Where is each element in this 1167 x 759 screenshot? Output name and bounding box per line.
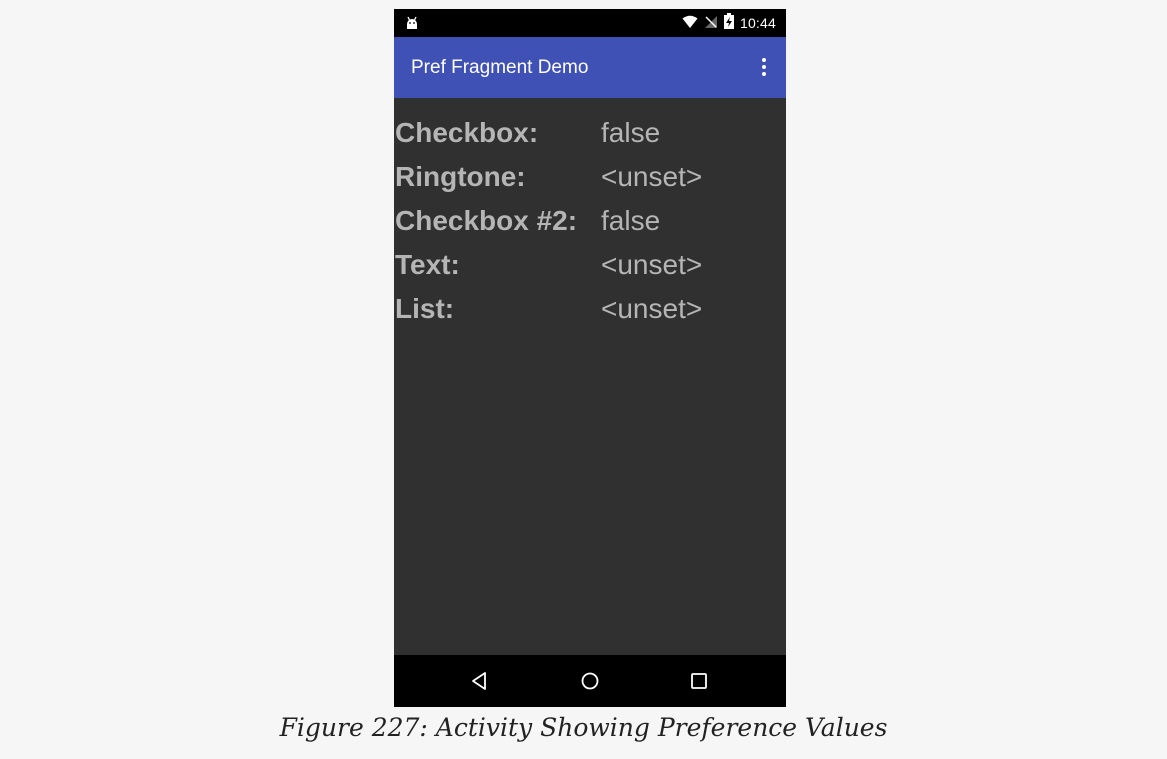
status-bar: 10:44 (394, 9, 786, 37)
home-icon[interactable] (576, 667, 604, 695)
preferences-list: Checkbox: false Ringtone: <unset> Checkb… (394, 98, 786, 655)
navigation-bar (394, 655, 786, 707)
more-vert-icon[interactable] (752, 53, 776, 81)
pref-value: <unset> (601, 249, 703, 280)
no-signal-icon (704, 14, 718, 33)
battery-charging-icon (723, 13, 734, 33)
recents-icon[interactable] (685, 667, 713, 695)
pref-value: <unset> (601, 293, 703, 324)
figure-frame: 10:44 Pref Fragment Demo Checkbox: false… (0, 0, 1167, 759)
back-icon[interactable] (466, 667, 494, 695)
app-bar: Pref Fragment Demo (394, 37, 786, 98)
pref-label: Checkbox: (395, 117, 539, 148)
app-title: Pref Fragment Demo (411, 57, 589, 78)
pref-row-checkbox: Checkbox: false (395, 111, 785, 155)
pref-row-checkbox-2: Checkbox #2: false (395, 199, 785, 243)
pref-row-list: List: <unset> (395, 287, 785, 331)
pref-row-text: Text: <unset> (395, 243, 785, 287)
pref-label: Text: (395, 249, 460, 280)
pref-value: false (601, 205, 661, 236)
status-icons: 10:44 (682, 9, 776, 37)
pref-row-ringtone: Ringtone: <unset> (395, 155, 785, 199)
pref-value: false (601, 117, 661, 148)
pref-label: Ringtone: (395, 161, 526, 192)
android-debug-icon (403, 14, 421, 32)
pref-value: <unset> (601, 161, 703, 192)
phone-screen: 10:44 Pref Fragment Demo Checkbox: false… (394, 9, 786, 707)
pref-label: Checkbox #2: (395, 205, 578, 236)
status-time: 10:44 (739, 15, 776, 31)
wifi-icon (682, 14, 698, 33)
figure-caption: Figure 227: Activity Showing Preference … (279, 713, 888, 742)
pref-label: List: (395, 293, 455, 324)
